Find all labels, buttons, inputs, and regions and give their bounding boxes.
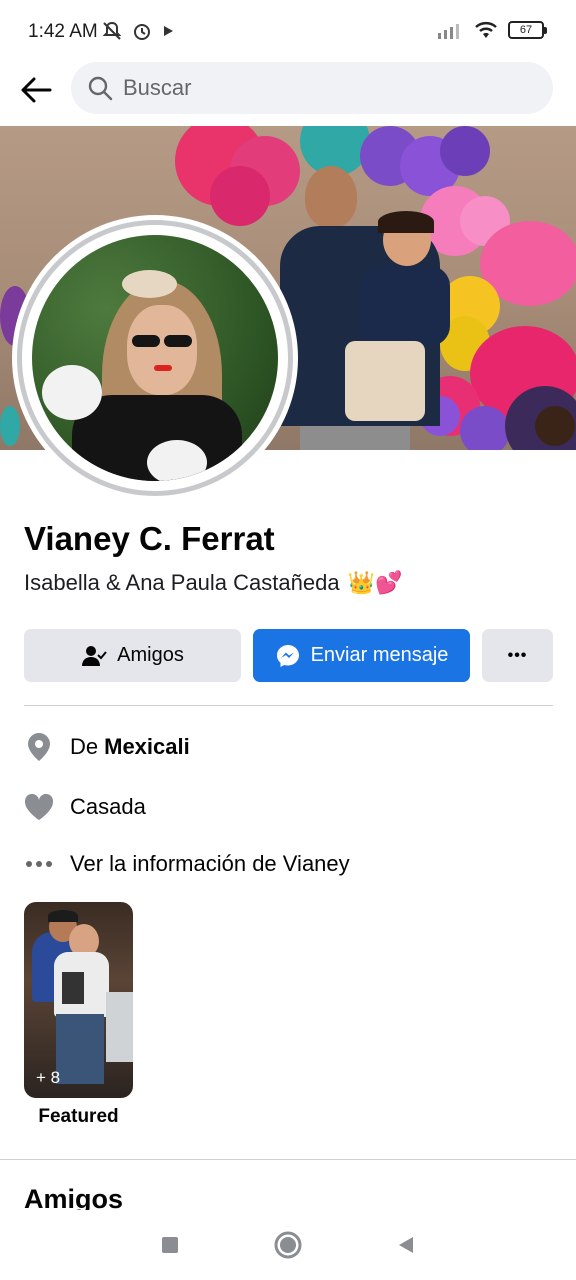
featured-count: + 8 bbox=[36, 1068, 61, 1087]
location-row: De Mexicali bbox=[24, 732, 190, 762]
profile-actions: Amigos Enviar mensaje ••• bbox=[24, 629, 553, 682]
see-info-row[interactable]: Ver la información de Vianey bbox=[24, 849, 350, 879]
profile-avatar[interactable] bbox=[12, 215, 298, 501]
wifi-icon bbox=[475, 22, 497, 38]
featured-label: Featured bbox=[38, 1106, 119, 1127]
friends-button-label: Amigos bbox=[117, 644, 184, 666]
avatar-ring bbox=[17, 220, 293, 496]
friends-check-icon bbox=[82, 645, 107, 666]
play-icon bbox=[164, 26, 173, 36]
relationship-status: Casada bbox=[70, 794, 146, 819]
status-bar: 1:42 AM 67 bbox=[0, 0, 576, 62]
battery-icon: 67 bbox=[508, 21, 547, 39]
heart-icon bbox=[24, 792, 54, 822]
status-icons-right: 67 bbox=[438, 20, 547, 40]
arrow-left-icon bbox=[21, 77, 52, 103]
avatar-photo bbox=[32, 235, 278, 481]
search-box[interactable] bbox=[71, 62, 553, 114]
search-input[interactable] bbox=[123, 75, 503, 101]
system-nav-bar bbox=[0, 1210, 576, 1280]
relationship-row: Casada bbox=[24, 792, 146, 822]
send-message-label: Enviar mensaje bbox=[310, 644, 449, 666]
more-options-icon: ••• bbox=[507, 646, 528, 664]
status-icons-left bbox=[101, 20, 175, 42]
profile-bio: Isabella & Ana Paula Castañeda 👑💕 bbox=[24, 570, 402, 596]
bio-text: Isabella & Ana Paula Castañeda bbox=[24, 570, 340, 595]
recents-square-icon[interactable] bbox=[159, 1234, 181, 1256]
search-icon bbox=[88, 76, 113, 101]
home-circle-icon[interactable] bbox=[273, 1230, 303, 1260]
header bbox=[0, 62, 576, 116]
alarm-icon bbox=[134, 24, 150, 40]
featured-card[interactable]: + 8 bbox=[24, 902, 133, 1098]
see-info-label: Ver la información de Vianey bbox=[70, 851, 350, 876]
more-options-button[interactable]: ••• bbox=[482, 629, 553, 682]
status-time: 1:42 AM bbox=[28, 21, 98, 42]
friends-button[interactable]: Amigos bbox=[24, 629, 241, 682]
profile-name: Vianey C. Ferrat bbox=[24, 520, 275, 557]
location-city[interactable]: Mexicali bbox=[104, 734, 190, 760]
section-separator bbox=[0, 1159, 576, 1160]
more-dots-icon bbox=[24, 849, 54, 879]
location-pin-icon bbox=[24, 732, 54, 762]
mute-icon bbox=[102, 21, 122, 40]
signal-icon bbox=[438, 24, 459, 39]
send-message-button[interactable]: Enviar mensaje bbox=[253, 629, 470, 682]
divider bbox=[24, 705, 553, 706]
messenger-icon bbox=[276, 644, 299, 667]
location-prefix: De bbox=[70, 734, 99, 759]
bio-emoji: 👑💕 bbox=[347, 570, 403, 595]
back-triangle-icon[interactable] bbox=[395, 1234, 417, 1256]
back-button[interactable] bbox=[16, 70, 56, 110]
